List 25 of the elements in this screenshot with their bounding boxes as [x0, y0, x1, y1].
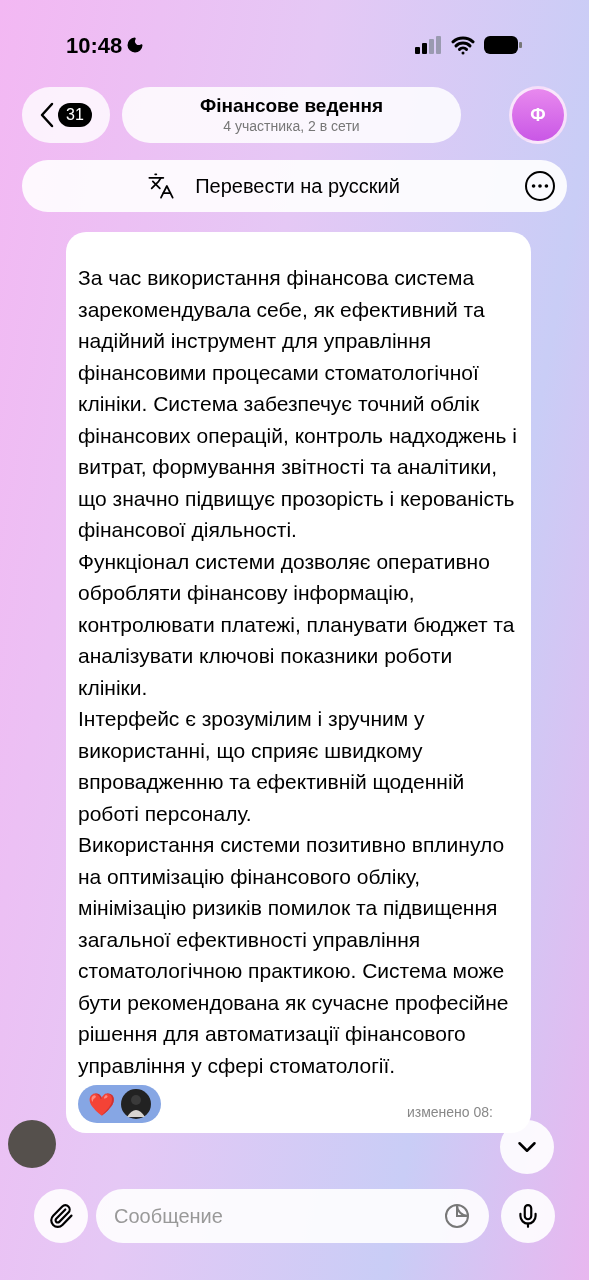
translate-icon: [147, 172, 176, 200]
heart-reaction: ❤: [88, 1090, 115, 1119]
back-button[interactable]: 31: [22, 87, 110, 143]
unread-count: 31: [58, 103, 92, 127]
status-time: 10:48: [66, 31, 123, 60]
signal-icon: [415, 36, 443, 54]
back-icon: [40, 102, 55, 128]
paperclip-icon: [48, 1203, 74, 1229]
translate-bar[interactable]: Перевести на русский: [22, 160, 567, 212]
message-text: За час використання фінансова система зарекомендувала себе, як ефективний та надійний інструмент для управління фінансовими процесами стоматологічної клініки. Система забезпечує точний облік фінансових операцій, контроль надходжень і витрат, формування звітності та аналітики, що значно підвищує прозорість і керованість фінансової діяльності. Функціонал системи дозволяє оперативно обробляти фінансову інформацію, контролювати платежі, планувати бюджет та аналізувати ключові показники роботи клініки. Інтерфейс є зрозумілим і зручним у використанні, що сприяє швидкому впровадженню та ефективній щоденній роботі персоналу. Використання системи позитивно вплинуло на оптимізацію фінансового обліку, мінімізацію ризиків помилок та підвищення загальної ефективності управління стоматологічною практикою. Система може бути рекомендована як сучасне професійне рішення для автоматизації фінансового управління у сфері стоматології.: [78, 265, 518, 1079]
message-input[interactable]: Сообщение: [114, 1201, 443, 1231]
scroll-down-button[interactable]: [500, 1120, 554, 1174]
moon-icon: [126, 36, 145, 54]
more-icon[interactable]: [525, 171, 555, 201]
sticker-icon[interactable]: [443, 1202, 471, 1230]
edited-time: изменено 08:: [406, 1103, 493, 1122]
battery-icon: [483, 35, 523, 55]
chat-title: Фінансове ведення: [199, 94, 384, 119]
sender-avatar: [8, 1120, 56, 1168]
message-field[interactable]: Сообщение: [96, 1189, 489, 1243]
mic-button[interactable]: [501, 1189, 555, 1243]
chat-title-pill[interactable]: Фінансове ведення 4 участника, 2 в сети: [122, 87, 461, 143]
attach-button[interactable]: [34, 1189, 88, 1243]
translate-label: Перевести на русский: [195, 174, 400, 199]
chat-subtitle: 4 участника, 2 в сети: [223, 118, 360, 136]
